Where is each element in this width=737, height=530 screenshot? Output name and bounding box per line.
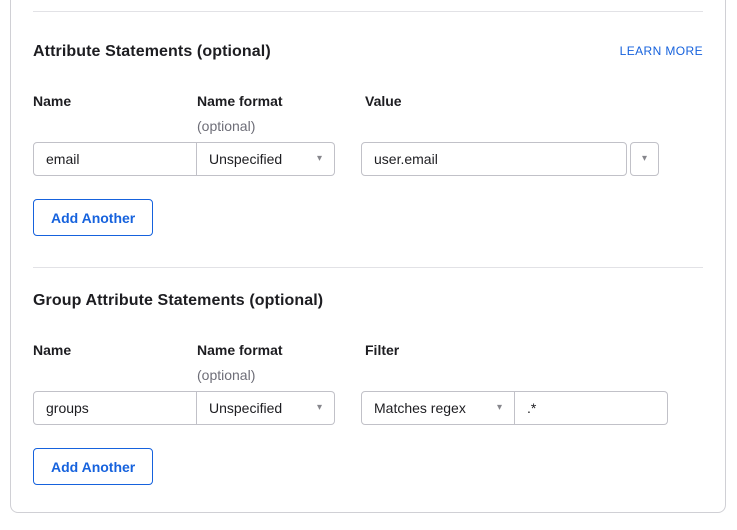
filter-column-label-wrap: Filter <box>365 342 703 384</box>
attribute-value-dropdown-button[interactable]: ▾ <box>630 142 659 176</box>
section-divider <box>33 267 703 268</box>
chevron-down-icon: ▾ <box>317 154 322 164</box>
value-column-label-wrap: Value <box>365 93 703 135</box>
group-filter-combo: Matches regex ▾ <box>361 391 668 425</box>
filter-label: Filter <box>365 342 703 359</box>
top-divider <box>33 11 703 12</box>
group-attribute-name-format-select[interactable]: Unspecified ▾ <box>197 391 335 425</box>
group-attribute-statement-row: Unspecified ▾ Matches regex ▾ <box>33 391 703 425</box>
group-filter-value-input[interactable] <box>515 391 668 425</box>
attribute-value-input[interactable] <box>361 142 627 176</box>
saml-settings-card: Attribute Statements (optional) LEARN MO… <box>10 0 726 513</box>
group-attribute-statements-heading: Group Attribute Statements (optional) <box>33 291 323 310</box>
attribute-name-format-select[interactable]: Unspecified ▾ <box>197 142 335 176</box>
add-another-attribute-button[interactable]: Add Another <box>33 199 153 236</box>
attribute-statement-row: Unspecified ▾ ▾ <box>33 142 703 176</box>
attribute-labels-row: Name Name format (optional) Value <box>33 93 703 135</box>
name-format-optional-label: (optional) <box>197 118 365 135</box>
group-filter-operator-select[interactable]: Matches regex ▾ <box>361 391 515 425</box>
chevron-down-icon: ▾ <box>642 154 647 164</box>
group-name-column-label-wrap: Name <box>33 342 197 384</box>
column-spacer <box>335 142 361 176</box>
add-another-group-attribute-button[interactable]: Add Another <box>33 448 153 485</box>
name-label: Name <box>33 93 197 110</box>
value-label: Value <box>365 93 703 110</box>
group-name-label: Name <box>33 342 197 359</box>
attribute-statements-heading: Attribute Statements (optional) <box>33 42 271 61</box>
group-name-format-optional-label: (optional) <box>197 367 365 384</box>
group-attribute-name-format-value: Unspecified <box>209 400 282 416</box>
attribute-name-format-value: Unspecified <box>209 151 282 167</box>
group-name-format-label: Name format <box>197 342 365 359</box>
column-spacer <box>335 391 361 425</box>
group-filter-operator-value: Matches regex <box>374 400 466 416</box>
attribute-value-combo: ▾ <box>361 142 659 176</box>
attribute-statements-header: Attribute Statements (optional) LEARN MO… <box>33 42 703 61</box>
group-attribute-name-input[interactable] <box>33 391 197 425</box>
learn-more-link[interactable]: LEARN MORE <box>620 44 703 59</box>
group-attribute-statements-header: Group Attribute Statements (optional) <box>33 291 703 310</box>
attribute-name-input[interactable] <box>33 142 197 176</box>
group-format-column-label-wrap: Name format (optional) <box>197 342 365 384</box>
format-column-label-wrap: Name format (optional) <box>197 93 365 135</box>
chevron-down-icon: ▾ <box>497 403 502 413</box>
name-column-label-wrap: Name <box>33 93 197 135</box>
group-attribute-labels-row: Name Name format (optional) Filter <box>33 342 703 384</box>
name-format-label: Name format <box>197 93 365 110</box>
chevron-down-icon: ▾ <box>317 403 322 413</box>
